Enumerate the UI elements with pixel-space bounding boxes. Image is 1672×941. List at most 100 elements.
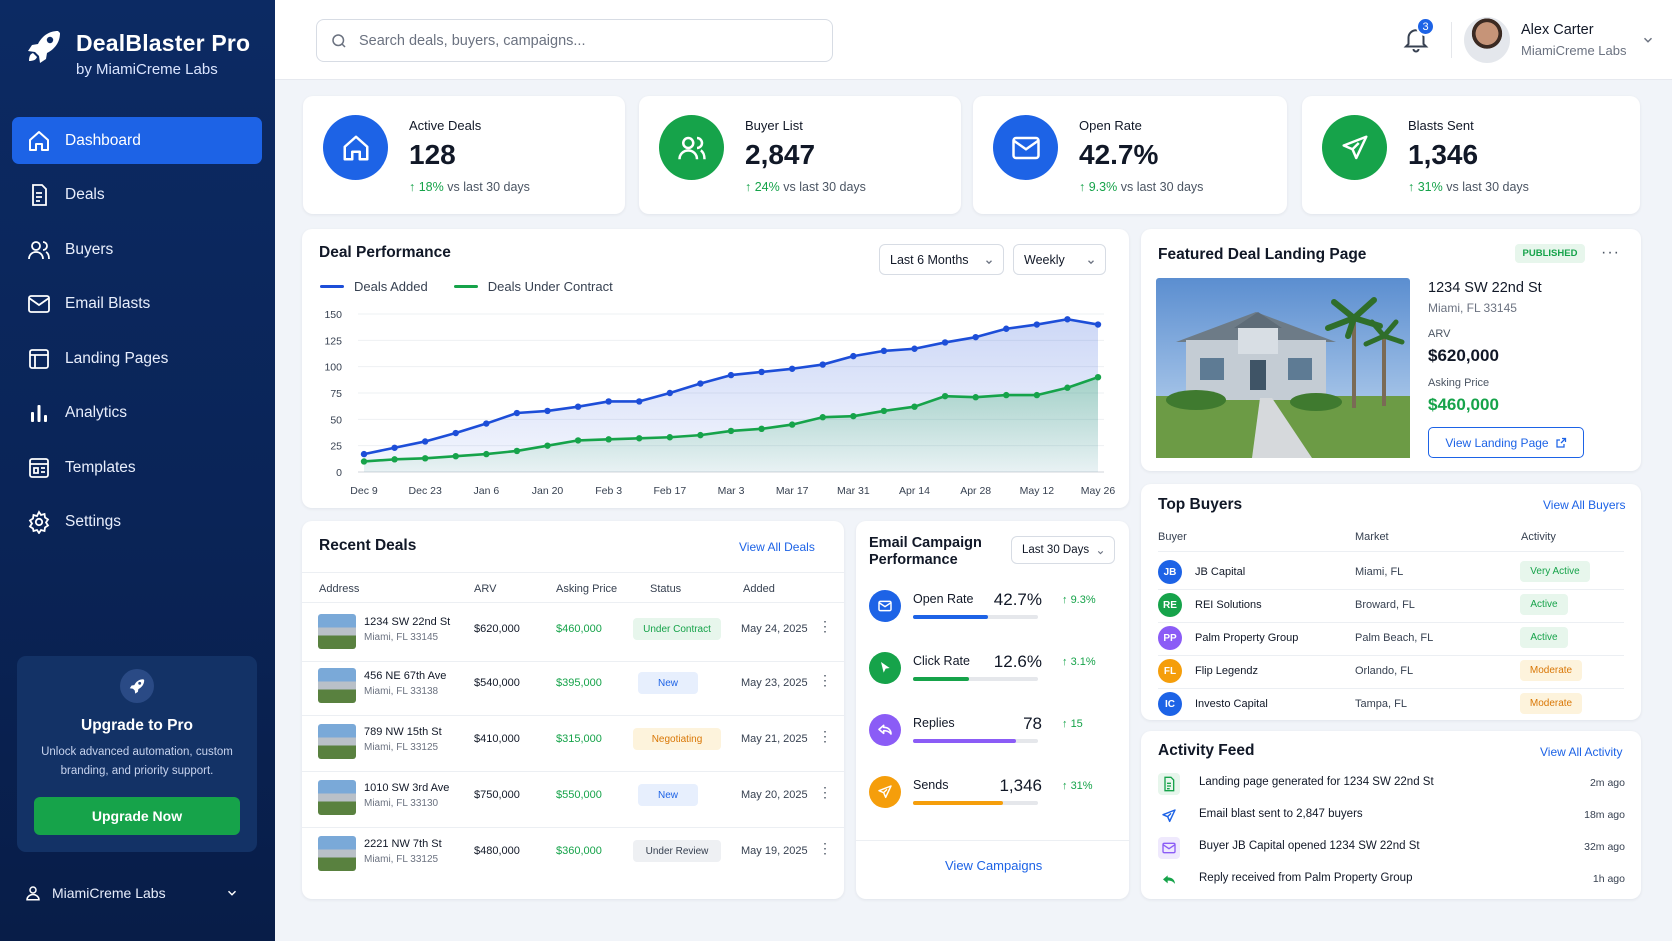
deal-address[interactable]: 789 NW 15th St <box>364 726 442 738</box>
sidebar-item-templates[interactable]: Templates <box>12 444 262 491</box>
data-point[interactable] <box>911 345 918 352</box>
deal-address[interactable]: 2221 NW 7th St <box>364 838 442 850</box>
more-icon[interactable]: ··· <box>1601 244 1620 262</box>
sidebar-item-settings[interactable]: Settings <box>12 499 262 546</box>
data-point[interactable] <box>788 421 796 428</box>
data-point[interactable] <box>544 407 551 415</box>
data-point[interactable] <box>574 437 582 444</box>
deal-thumbnail[interactable] <box>318 780 356 815</box>
data-point[interactable] <box>850 412 857 420</box>
data-point[interactable] <box>1003 325 1010 332</box>
data-point[interactable] <box>391 456 398 463</box>
view-all-activity-link[interactable]: View All Activity <box>1540 745 1622 759</box>
data-point[interactable] <box>483 450 490 458</box>
data-point[interactable] <box>666 434 674 441</box>
view-all-buyers-link[interactable]: View All Buyers <box>1543 498 1625 512</box>
more-vertical-icon[interactable]: ⋮ <box>818 840 832 857</box>
data-point[interactable] <box>605 398 612 405</box>
buyer-name[interactable]: Palm Property Group <box>1195 632 1298 644</box>
data-point[interactable] <box>421 438 429 445</box>
data-point[interactable] <box>758 368 765 376</box>
data-point[interactable] <box>1094 374 1102 381</box>
data-point[interactable] <box>513 409 521 417</box>
chevron-down-icon[interactable] <box>1641 33 1655 47</box>
sidebar-item-landing-pages[interactable]: Landing Pages <box>12 335 262 382</box>
data-point[interactable] <box>452 453 459 460</box>
data-point[interactable] <box>880 347 888 355</box>
deal-thumbnail[interactable] <box>318 724 356 759</box>
data-point[interactable] <box>574 403 582 410</box>
deal-address[interactable]: 1234 SW 22nd St <box>364 616 450 628</box>
org-switcher[interactable]: MiamiCreme Labs <box>24 884 249 902</box>
sidebar-item-deals[interactable]: Deals <box>12 172 262 219</box>
view-campaigns-link[interactable]: View Campaigns <box>945 858 1042 873</box>
avatar[interactable] <box>1464 17 1510 63</box>
data-point[interactable] <box>452 429 459 437</box>
deal-address[interactable]: 456 NE 67th Ave <box>364 670 446 682</box>
data-point[interactable] <box>1003 391 1010 399</box>
activity-text[interactable]: Reply received from Palm Property Group <box>1199 872 1412 884</box>
data-point[interactable] <box>1064 384 1071 391</box>
more-vertical-icon[interactable]: ⋮ <box>818 618 832 635</box>
legend-item-deals-added[interactable]: Deals Added <box>320 279 428 294</box>
activity-text[interactable]: Landing page generated for 1234 SW 22nd … <box>1199 776 1434 788</box>
data-point[interactable] <box>697 380 704 387</box>
data-point[interactable] <box>819 361 826 368</box>
data-point[interactable] <box>544 442 551 449</box>
data-point[interactable] <box>880 407 888 415</box>
data-point[interactable] <box>1094 321 1102 328</box>
data-point[interactable] <box>605 436 612 443</box>
brand[interactable]: DealBlaster Pro by MiamiCreme Labs <box>24 26 250 78</box>
sidebar-item-buyers[interactable]: Buyers <box>12 226 262 273</box>
interval-select[interactable]: Weekly <box>1013 244 1106 275</box>
data-point[interactable] <box>972 333 979 341</box>
activity-text[interactable]: Email blast sent to 2,847 buyers <box>1199 808 1363 820</box>
user-name[interactable]: Alex Carter <box>1521 22 1594 38</box>
sidebar-item-email-blasts[interactable]: Email Blasts <box>12 281 262 328</box>
sidebar-item-dashboard[interactable]: Dashboard <box>12 117 262 164</box>
data-point[interactable] <box>421 455 429 462</box>
data-point[interactable] <box>1033 321 1041 328</box>
view-all-deals-link[interactable]: View All Deals <box>739 540 815 554</box>
data-point[interactable] <box>850 352 857 360</box>
deal-thumbnail[interactable] <box>318 668 356 703</box>
data-point[interactable] <box>727 371 735 379</box>
more-vertical-icon[interactable]: ⋮ <box>818 728 832 745</box>
buyer-name[interactable]: REI Solutions <box>1195 599 1262 611</box>
data-point[interactable] <box>636 435 643 442</box>
data-point[interactable] <box>636 398 643 405</box>
more-vertical-icon[interactable]: ⋮ <box>818 784 832 801</box>
data-point[interactable] <box>513 447 521 455</box>
data-point[interactable] <box>697 431 704 439</box>
buyer-name[interactable]: JB Capital <box>1195 566 1245 578</box>
upgrade-now-button[interactable]: Upgrade Now <box>34 797 240 835</box>
data-point[interactable] <box>483 420 490 427</box>
search-input[interactable]: Search deals, buyers, campaigns... <box>316 19 833 62</box>
data-point[interactable] <box>941 392 949 400</box>
data-point[interactable] <box>758 425 765 433</box>
data-point[interactable] <box>911 403 918 410</box>
data-point[interactable] <box>727 427 735 435</box>
data-point[interactable] <box>819 414 826 421</box>
range-select[interactable]: Last 6 Months <box>879 244 1004 275</box>
data-point[interactable] <box>360 458 368 465</box>
more-vertical-icon[interactable]: ⋮ <box>818 672 832 689</box>
data-point[interactable] <box>972 394 979 401</box>
sidebar-item-analytics[interactable]: Analytics <box>12 390 262 437</box>
deal-thumbnail[interactable] <box>318 614 356 649</box>
campaign-range-select[interactable]: Last 30 Days <box>1011 536 1115 564</box>
data-point[interactable] <box>1064 316 1071 323</box>
deal-thumbnail[interactable] <box>318 836 356 871</box>
data-point[interactable] <box>391 444 398 451</box>
data-point[interactable] <box>1033 391 1041 399</box>
activity-text[interactable]: Buyer JB Capital opened 1234 SW 22nd St <box>1199 840 1420 852</box>
buyer-name[interactable]: Flip Legendz <box>1195 665 1258 677</box>
data-point[interactable] <box>360 450 368 458</box>
buyer-name[interactable]: Investo Capital <box>1195 698 1268 710</box>
legend-item-deals-under-contract[interactable]: Deals Under Contract <box>453 279 613 294</box>
data-point[interactable] <box>788 365 796 372</box>
data-point[interactable] <box>941 339 949 346</box>
data-point[interactable] <box>666 389 674 397</box>
deal-address[interactable]: 1010 SW 3rd Ave <box>364 782 449 794</box>
view-landing-page-button[interactable]: View Landing Page <box>1428 427 1584 458</box>
